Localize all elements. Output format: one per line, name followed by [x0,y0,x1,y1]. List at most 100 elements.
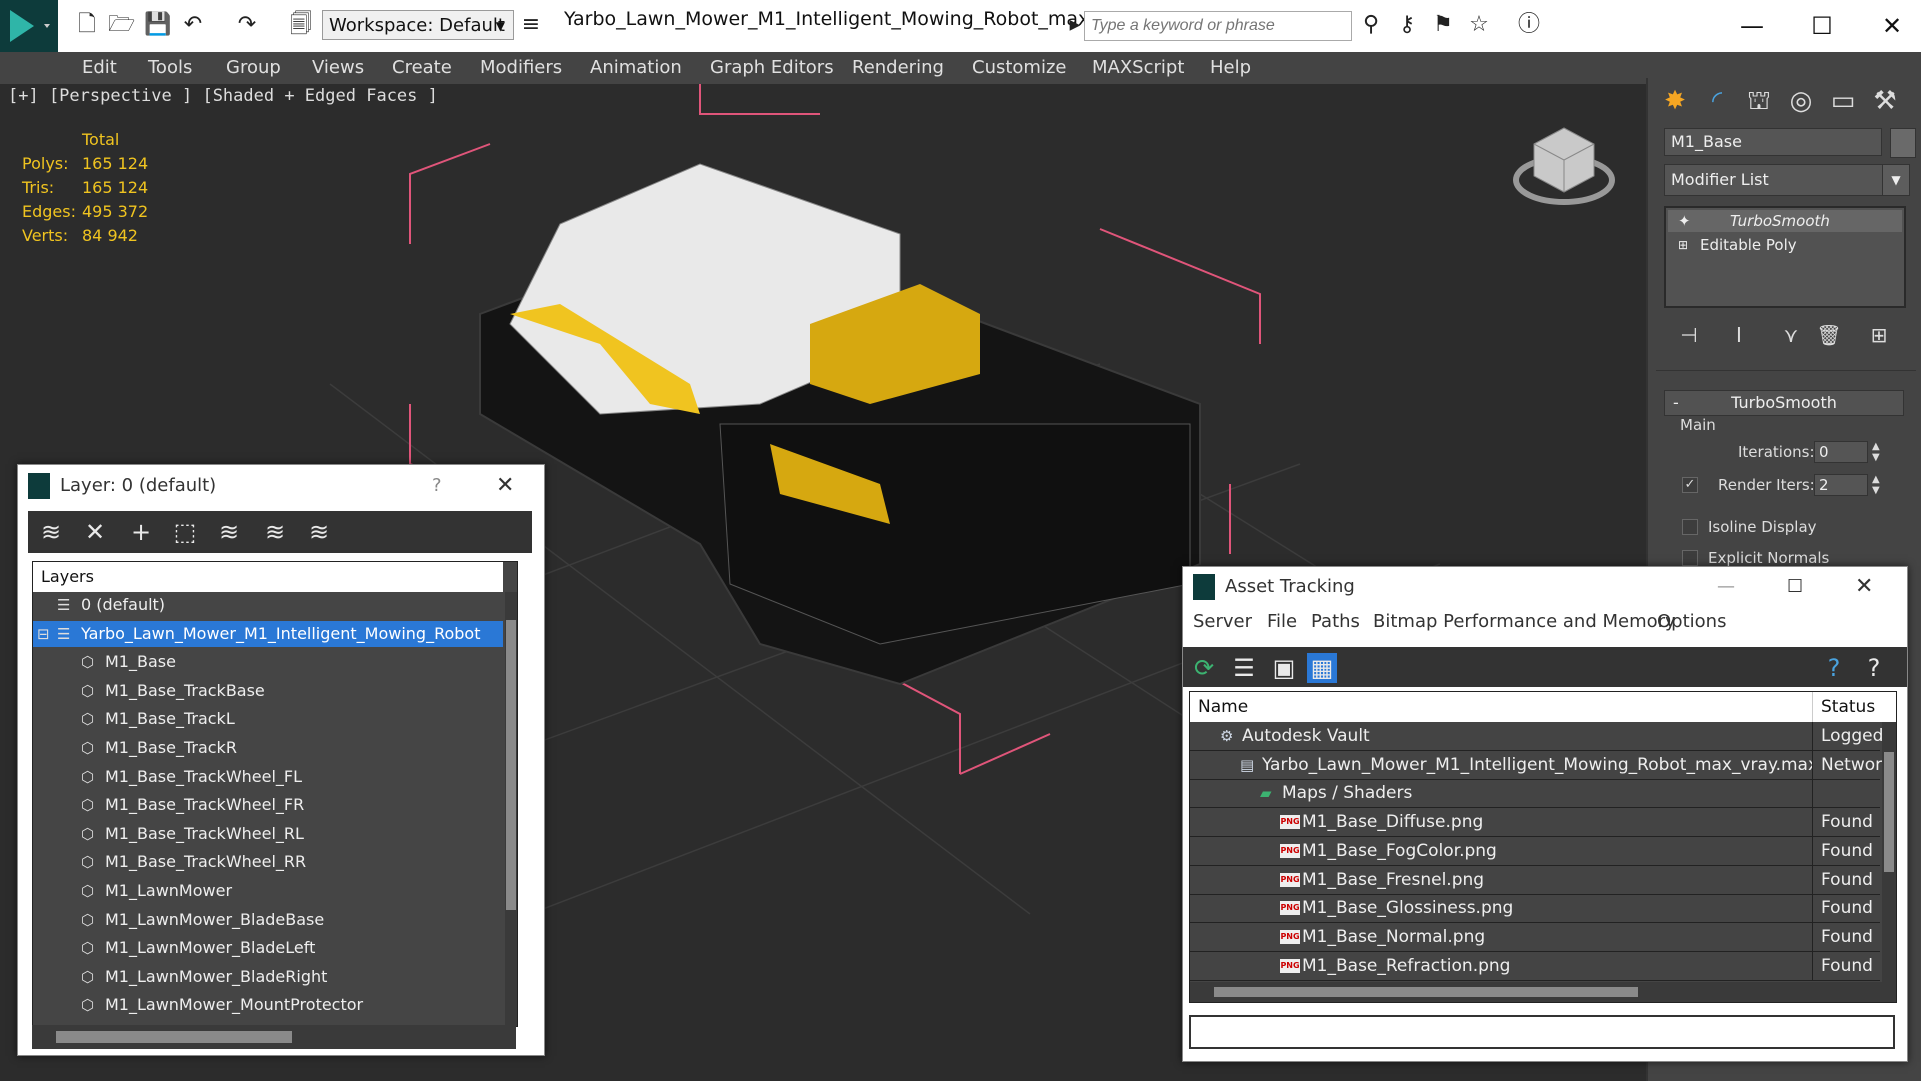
iterations-spinner[interactable]: 0 [1814,441,1868,463]
utilities-tab-icon[interactable]: ⚒ [1868,84,1902,118]
menu-maxscript[interactable]: MAXScript [1092,52,1184,84]
menu-create[interactable]: Create [392,52,452,84]
menu-rendering[interactable]: Rendering [852,52,944,84]
close-icon[interactable]: ✕ [1855,567,1873,607]
layer-window-titlebar[interactable]: Layer: 0 (default) ? ✕ [18,465,544,507]
project-folder-icon[interactable]: 🗐 [288,12,314,38]
layer-object-row[interactable]: ⬡ M1_Base_TrackWheel_FR [33,792,503,818]
layer-object-row[interactable]: ⬡ M1_Base_TrackWheel_RL [33,821,503,847]
layer-object-row[interactable]: ⬡ M1_LawnMower_MountProtector [33,992,503,1018]
horizontal-scrollbar[interactable] [32,1025,516,1049]
column-header-status[interactable]: Status [1812,692,1875,722]
close-icon[interactable]: ✕ [496,465,514,507]
maximize-icon[interactable]: ☐ [1802,6,1842,46]
layer-object-row[interactable]: ⬡ M1_Base_TrackR [33,735,503,761]
maximize-icon[interactable]: ☐ [1787,567,1803,607]
freeze-all-icon[interactable]: ≋ [304,517,334,547]
redo-icon[interactable]: ↷ [234,12,260,38]
remove-modifier-icon[interactable]: 🗑 [1812,318,1846,352]
column-header-name[interactable]: Name [1198,692,1248,722]
asset-menu-file[interactable]: File [1267,611,1297,632]
asset-row[interactable]: PNG M1_Base_Normal.png Found [1190,922,1880,952]
help-button[interactable]: ? [432,465,442,507]
new-file-icon[interactable]: 🗋 [74,12,100,38]
menu-tools[interactable]: Tools [148,52,192,84]
layers-column-header[interactable]: Layers [33,562,503,592]
menu-modifiers[interactable]: Modifiers [480,52,562,84]
asset-menu-bitmap-performance[interactable]: Bitmap Performance and Memory [1373,611,1676,632]
layer-object-row[interactable]: ⬡ M1_Base_TrackWheel_RR [33,849,503,875]
asset-row[interactable]: ▰ Maps / Shaders [1190,779,1880,809]
collapse-icon[interactable]: ⊟ [37,621,50,647]
delete-layer-icon[interactable]: ✕ [80,517,110,547]
horizontal-scrollbar[interactable] [1190,982,1896,1002]
explicit-normals-checkbox[interactable] [1682,550,1698,566]
favorite-star-icon[interactable]: ☆ [1466,12,1492,38]
layer-object-row[interactable]: ⬡ M1_Base_TrackL [33,706,503,732]
highlight-layer-icon[interactable]: ≋ [214,517,244,547]
asset-menu-options[interactable]: Options [1657,611,1726,632]
sign-in-icon[interactable]: ⚑ [1430,12,1456,38]
stack-item-turbosmooth[interactable]: ✦ TurboSmooth [1668,210,1902,232]
menu-group[interactable]: Group [226,52,281,84]
make-unique-icon[interactable]: ⋎ [1774,318,1808,352]
menu-animation[interactable]: Animation [590,52,682,84]
hierarchy-tab-icon[interactable]: ⛫ [1742,84,1776,118]
render-iters-spinner[interactable]: 2 [1814,474,1868,496]
stack-item-editable-poly[interactable]: ⊞ Editable Poly [1668,234,1902,256]
modifier-list-dropdown[interactable]: Modifier List ▼ [1664,164,1910,196]
add-selection-icon[interactable]: + [126,517,156,547]
asset-row[interactable]: ⚙ Autodesk Vault Logged [1190,722,1883,751]
menu-customize[interactable]: Customize [972,52,1066,84]
hide-all-icon[interactable]: ≋ [260,517,290,547]
help-local-icon[interactable]: ? [1859,653,1889,683]
isoline-display-checkbox[interactable] [1682,519,1698,535]
help-network-icon[interactable]: ? [1819,653,1849,683]
menu-edit[interactable]: Edit [82,52,117,84]
display-tab-icon[interactable]: ▭ [1826,84,1860,118]
list-view-icon[interactable]: ☰ [1229,653,1259,683]
layer-object-row[interactable]: ⬡ M1_LawnMower [33,878,503,904]
layer-row[interactable]: ☰ ⊟ Yarbo_Lawn_Mower_M1_Intelligent_Mowing… [33,620,503,647]
select-objects-icon[interactable]: ⬚ [170,517,200,547]
asset-row[interactable]: PNG M1_Base_FogColor.png Found [1190,836,1880,866]
spinner-arrows-icon[interactable]: ▲ ▼ [1872,474,1880,496]
menu-graph-editors[interactable]: Graph Editors [710,52,834,84]
thumbnail-view-icon[interactable]: ▣ [1269,653,1299,683]
asset-row[interactable]: PNG M1_Base_Fresnel.png Found [1190,865,1880,895]
expand-plus-icon[interactable]: ⊞ [1678,234,1688,256]
show-end-result-icon[interactable]: Ⅰ [1722,318,1756,352]
spinner-arrows-icon[interactable]: ▲ ▼ [1872,441,1880,463]
vertical-scrollbar[interactable] [505,592,517,1026]
modify-tab-icon[interactable]: ◜ [1700,84,1734,118]
viewport-label[interactable]: [+] [Perspective ] [Shaded + Edged Faces… [8,86,438,106]
lightbulb-icon[interactable]: ✦ [1678,210,1691,232]
layer-object-row[interactable]: ⬡ M1_LawnMower_BladeRight [33,964,503,990]
table-view-icon[interactable]: ▦ [1307,653,1337,683]
open-file-icon[interactable]: 🗁 [108,12,135,38]
pin-stack-icon[interactable]: ⊣ [1672,318,1706,352]
app-logo-icon[interactable] [0,0,58,52]
asset-row[interactable]: PNG M1_Base_Diffuse.png Found [1190,808,1880,838]
create-tab-icon[interactable]: ✸ [1658,84,1692,118]
search-input[interactable] [1084,11,1352,41]
asset-row[interactable]: PNG M1_Base_Refraction.png Found [1190,951,1880,981]
layer-object-row[interactable]: ⬡ M1_LawnMower_BladeBase [33,907,503,933]
undo-icon[interactable]: ↶ [180,12,206,38]
workspace-dropdown[interactable]: Workspace: Default ▼ [322,10,514,40]
minimize-icon[interactable]: — [1732,6,1772,46]
menu-views[interactable]: Views [312,52,364,84]
render-iters-checkbox[interactable]: ✓ [1682,477,1698,493]
close-icon[interactable]: ✕ [1872,6,1912,46]
asset-row[interactable]: ▤ Yarbo_Lawn_Mower_M1_Intelligent_Mowing_… [1190,750,1882,780]
motion-tab-icon[interactable]: ◎ [1784,84,1818,118]
refresh-icon[interactable]: ⟳ [1189,653,1219,683]
asset-menu-paths[interactable]: Paths [1311,611,1360,632]
layer-object-row[interactable]: ⬡ M1_Base_TrackBase [33,678,503,704]
asset-window-titlebar[interactable]: Asset Tracking — ☐ ✕ [1183,567,1907,607]
layer-object-row[interactable]: ⬡ M1_LawnMower_BladeLeft [33,935,503,961]
configure-sets-icon[interactable]: ⊞ [1862,318,1896,352]
workspace-menu-icon[interactable]: ≡ [518,12,544,38]
object-name-field[interactable]: M1_Base [1664,128,1882,156]
help-icon[interactable]: ⓘ [1516,12,1542,38]
